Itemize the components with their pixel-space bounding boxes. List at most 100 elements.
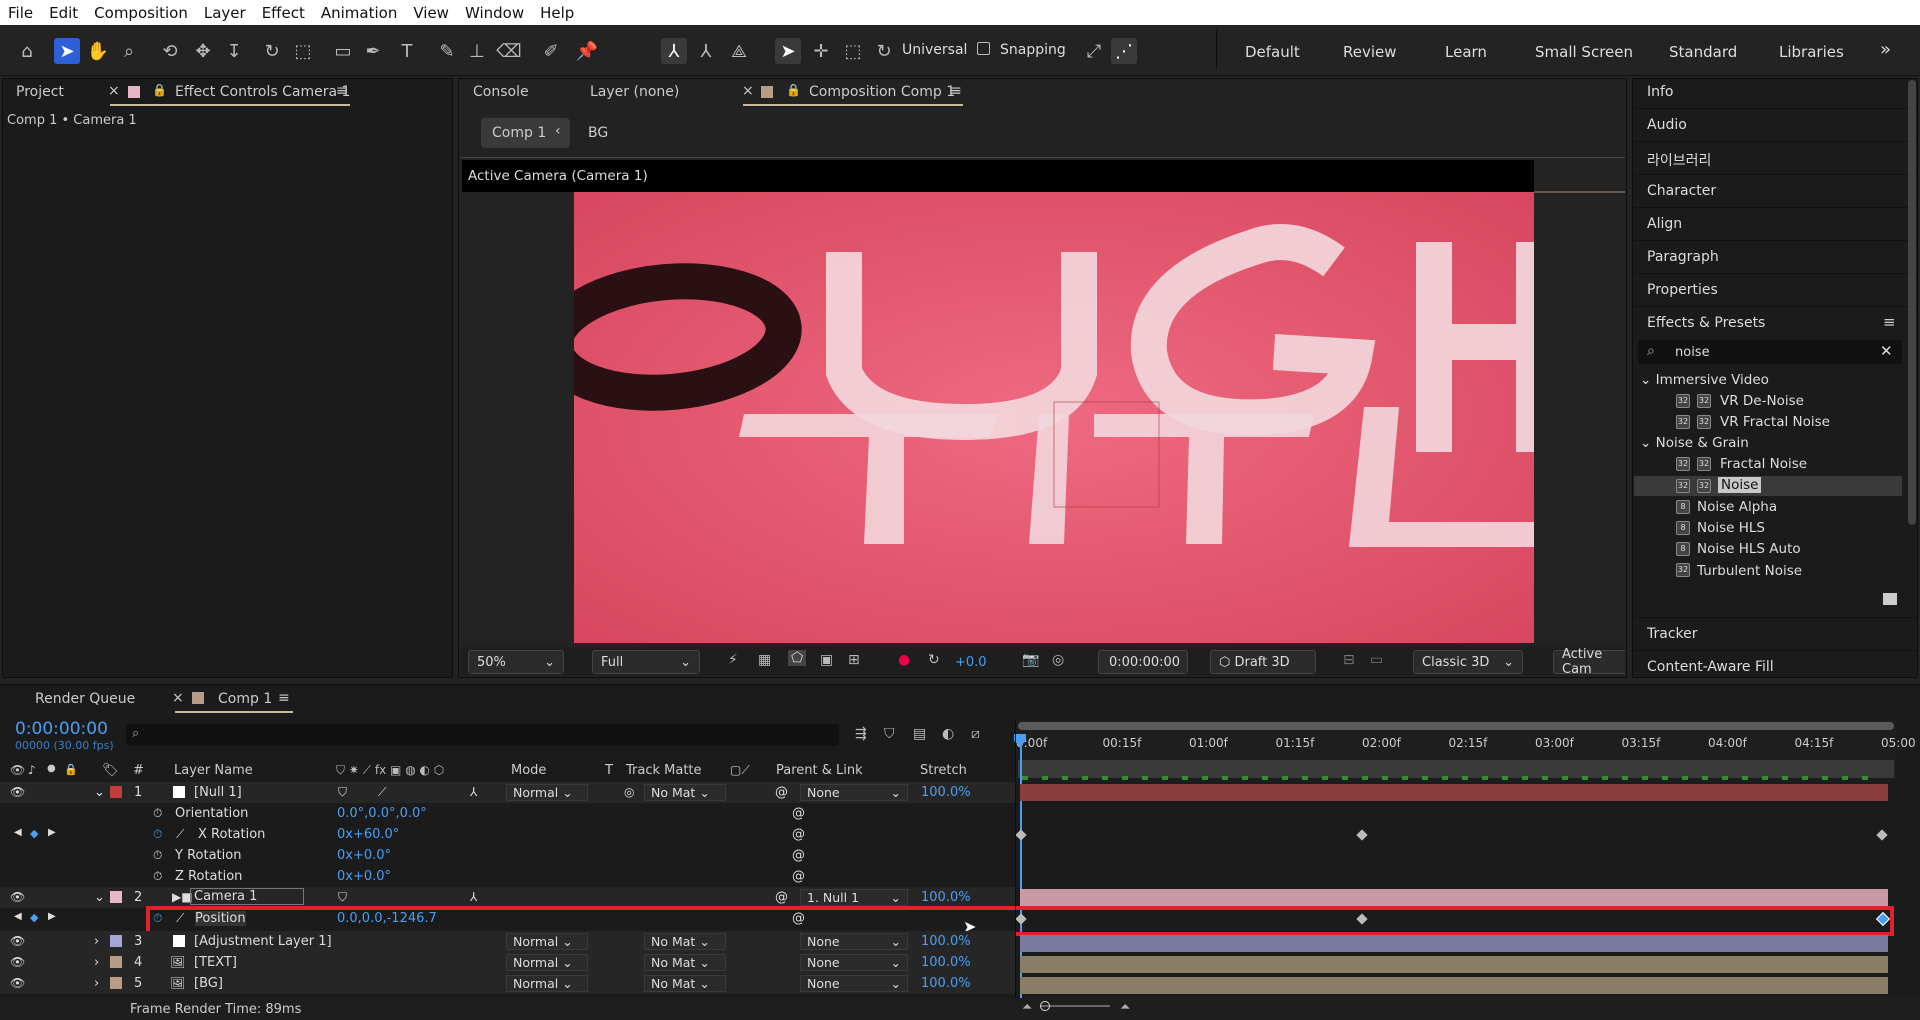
close-comp-tab-icon[interactable]: × [742,83,754,99]
reset-exposure-icon[interactable]: ↻ [928,652,940,668]
track-matte-dropdown[interactable]: No Mat ⌄ [644,784,726,801]
expand-chevron-icon[interactable]: › [94,934,99,949]
tab-project[interactable]: Project [16,84,64,100]
eraser-tool-icon[interactable]: ⌫ [496,38,522,64]
layer-row-camera-1[interactable]: 👁 ⌄ 2 ▶■ Camera 1 ⛉ ⅄ @ 1. Null 1 ⌄ 100.0… [0,887,1015,908]
pan-tool-icon[interactable]: ✥ [190,38,216,64]
add-keyframe-icon[interactable]: ◆ [30,827,38,840]
workspace-review[interactable]: Review [1343,43,1397,61]
zoom-dropdown[interactable]: 50% ⌄ [468,650,564,674]
expand-chevron-icon[interactable]: › [94,955,99,970]
stopwatch-active-icon[interactable]: ⏱ [153,827,162,842]
property-value[interactable]: 0x+0.0° [337,848,391,863]
layer-row-text[interactable]: 👁 › 4 🖼 [TEXT] Normal ⌄ No Mat ⌄ None ⌄ 1… [0,952,1015,973]
active-camera-dropdown[interactable]: Active Cam [1553,647,1625,677]
property-orientation[interactable]: ⏱ Orientation 0.0°,0.0°,0.0° @ [0,803,1015,824]
audio-icon[interactable]: ♪ [28,763,36,777]
snap-grid-icon[interactable]: ⋰ [1111,38,1137,64]
menu-composition[interactable]: Composition [86,4,196,22]
pickwhip-icon[interactable]: @ [792,806,805,821]
rectangle-tool-icon[interactable]: ▭ [330,38,356,64]
pickwhip-icon[interactable]: @ [792,827,805,842]
quality-icon[interactable]: ⟋ [378,785,386,800]
mode-dropdown[interactable]: Normal ⌄ [506,954,588,971]
workspace-learn[interactable]: Learn [1445,43,1487,61]
parent-dropdown[interactable]: 1. Null 1 ⌄ [800,889,908,906]
dolly-tool-icon[interactable]: ↧ [221,38,247,64]
3d-selection-icon[interactable]: ➤ [775,38,801,64]
extended-viewer-icon[interactable]: ▭ [1370,652,1383,668]
stopwatch-icon[interactable]: ⏱ [153,848,162,863]
comp-flowchart-icon[interactable]: ⇶ [855,726,867,742]
puppet-pin-icon[interactable]: 📌 [574,38,600,64]
world-axis-icon[interactable]: ⅄ [693,38,719,64]
draft-3d-toggle-icon[interactable]: ⛉ [884,726,895,742]
eye-icon[interactable]: 👁 [10,955,25,969]
eye-icon[interactable]: 👁 [10,976,25,990]
hand-tool-icon[interactable]: ✋ [85,38,111,64]
stretch-value[interactable]: 100.0% [921,785,971,800]
layer-name[interactable]: Camera 1 [190,888,305,905]
ground-plane-icon[interactable]: ⊟ [1343,652,1355,668]
mask-visibility-icon[interactable]: ⬠ [788,650,807,666]
track-matte-dropdown[interactable]: No Mat ⌄ [644,933,726,950]
layer-label-swatch[interactable] [110,977,122,989]
adjustment-track-bar[interactable] [1020,935,1888,952]
property-z-rotation[interactable]: ⏱ Z Rotation 0x+0.0° @ [0,866,1015,887]
tab-effect-controls[interactable]: Effect Controls Camera 1 [175,84,350,100]
panel-audio[interactable]: Audio [1647,117,1687,133]
fast-previews-icon[interactable]: ⚡ [728,652,738,668]
stopwatch-icon[interactable]: ⏱ [153,806,162,821]
eye-icon[interactable]: 👁 [10,934,25,948]
layer-label-swatch[interactable] [110,935,122,947]
region-of-interest-icon[interactable]: ▣ [820,652,833,668]
orbit-tool-icon[interactable]: ⟲ [157,38,183,64]
menu-view[interactable]: View [405,4,457,22]
grid-guides-icon[interactable]: ⊞ [848,652,860,668]
next-keyframe-icon[interactable]: ▶ [48,911,56,922]
new-preset-icon[interactable] [1883,593,1897,605]
panel-info[interactable]: Info [1647,84,1674,100]
expand-chevron-icon[interactable]: ⌄ [94,785,105,800]
stretch-value[interactable]: 100.0% [921,976,971,991]
layer-row-adjustment[interactable]: 👁 › 3 [Adjustment Layer 1] Normal ⌄ No M… [0,931,1015,952]
menu-window[interactable]: Window [457,4,532,22]
layer-name[interactable]: [Adjustment Layer 1] [194,934,332,949]
eye-icon[interactable]: 👁 [10,785,25,799]
layer-label-swatch[interactable] [110,891,122,903]
comp-panel-menu-icon[interactable]: ≡ [950,83,962,99]
menu-animation[interactable]: Animation [313,4,405,22]
parent-dropdown[interactable]: None ⌄ [800,933,908,950]
zoom-slider[interactable] [1040,1005,1110,1007]
zoom-tool-icon[interactable]: ⌕ [116,38,142,64]
prev-keyframe-icon[interactable]: ◀ [14,827,22,838]
viewer-timecode[interactable]: 0:00:00:00 [1098,650,1188,674]
matte-link-icon[interactable]: ◎ [624,785,634,799]
comp-lock-icon[interactable]: 🔒 [786,83,801,97]
workspace-small-screen[interactable]: Small Screen [1535,43,1633,61]
tab-layer[interactable]: Layer (none) [590,84,679,100]
timeline-timecode[interactable]: 0:00:00:00 [15,719,108,739]
bg-chip[interactable]: BG [588,125,608,141]
show-snapshot-icon[interactable]: ◎ [1052,652,1064,668]
channel-icon[interactable]: ● [898,652,910,668]
group-immersive-video[interactable]: ⌄ Immersive Video [1640,372,1769,388]
layer-name[interactable]: [BG] [194,976,223,991]
property-value[interactable]: 0.0°,0.0°,0.0° [337,806,427,821]
effect-noise-hls-auto[interactable]: Noise HLS Auto [1697,541,1801,557]
selected-effect-row[interactable] [1634,476,1902,496]
stretch-value[interactable]: 100.0% [921,934,971,949]
layer-row-null-1[interactable]: 👁 ⌄ 1 [Null 1] ⛉ ⟋ ⅄ Normal ⌄ ◎ No Mat ⌄… [0,782,1015,803]
next-keyframe-icon[interactable]: ▶ [48,827,56,838]
parent-dropdown[interactable]: None ⌄ [800,954,908,971]
effect-vr-fractal-noise[interactable]: VR Fractal Noise [1720,414,1830,430]
panel-paragraph[interactable]: Paragraph [1647,249,1719,265]
solo-icon[interactable]: ● [47,763,56,774]
stretch-value[interactable]: 100.0% [921,890,971,905]
effects-menu-icon[interactable]: ≡ [1883,313,1896,331]
null-track-bar[interactable] [1020,784,1888,801]
expand-chevron-icon[interactable]: › [94,976,99,991]
timeline-search-input[interactable] [126,724,839,746]
tab-comp-1[interactable]: Comp 1 [218,691,272,707]
right-scrollbar[interactable] [1908,80,1916,525]
